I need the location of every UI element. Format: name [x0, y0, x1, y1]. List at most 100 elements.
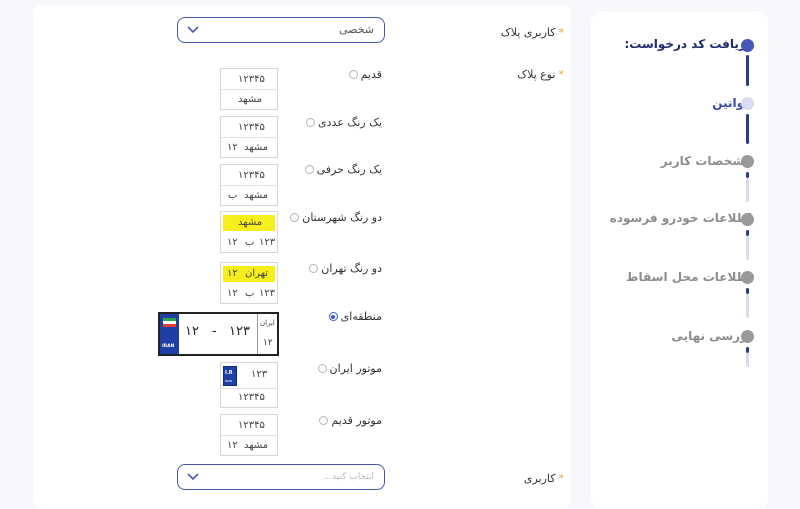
iran-flag-icon — [163, 318, 176, 327]
plate-city-code: ۱۲ — [227, 268, 238, 279]
plate-number: ۱۲۳ — [259, 288, 276, 299]
plate-badge-text: I.R — [225, 370, 233, 376]
step-final-review[interactable]: بررسی نهایی — [671, 329, 752, 343]
plate-option-tehran-two-color[interactable]: دو رنگ تهران — [309, 262, 382, 275]
plate-option-moto-iran[interactable]: موتور ایران — [317, 362, 382, 375]
plate-badge-text: IRAN — [162, 344, 175, 349]
plate-number2: ۱۲ — [185, 324, 199, 339]
plate-number-bottom: ۱۲۳۴۵ — [238, 392, 265, 403]
plate-sample-moto-iran: I.R IRAN ۱۲۳ ۱۲۳۴۵ — [220, 362, 278, 408]
plate-divider — [221, 89, 277, 90]
radio-icon[interactable] — [319, 416, 329, 425]
plate-option-label: موتور قدیم — [331, 414, 382, 427]
plate-divider — [257, 314, 258, 354]
plate-usage-select[interactable]: شخصی — [177, 17, 385, 43]
plate-option-city-two-color[interactable]: دو رنگ شهرستان — [290, 211, 382, 224]
plate-number: ۱۲۳۴۵ — [238, 170, 265, 181]
plate-sample-letter: ۱۲۳۴۵ مشهد ب — [220, 164, 278, 206]
plate-option-label: منطقه‌ای — [340, 310, 382, 323]
radio-icon[interactable] — [348, 70, 358, 79]
plate-usage-value: شخصی — [338, 23, 374, 36]
radio-icon[interactable] — [317, 364, 327, 373]
plate-letter: ب — [245, 288, 255, 299]
plate-number: ۱۲۳۴۵ — [238, 420, 265, 431]
plate-city: مشهد — [238, 217, 263, 228]
step-dot-vehicle-info — [741, 213, 754, 226]
plate-option-label: موتور ایران — [329, 362, 382, 375]
step-dot-request-code — [741, 39, 754, 52]
plate-city: مشهد — [244, 440, 269, 451]
radio-icon[interactable] — [306, 118, 316, 127]
plate-divider — [221, 435, 277, 436]
plate-sample-numeric: ۱۲۳۴۵ مشهد ۱۲ — [220, 116, 278, 158]
plate-number-top: ۱۲۳ — [251, 369, 268, 380]
radio-icon[interactable] — [304, 165, 314, 174]
plate-option-moto-old[interactable]: موتور قدیم — [319, 414, 382, 427]
usage-select[interactable]: انتخاب کنید... — [177, 464, 385, 490]
plate-option-label: دو رنگ تهران — [321, 262, 382, 275]
plate-type-label-text: نوع پلاک — [517, 68, 556, 81]
plate-sample-tehran-two-color: تهران ۱۲ ۱۲۳ ب ۱۲ — [220, 262, 278, 304]
plate-letter: ب — [228, 190, 238, 201]
plate-option-regional[interactable]: منطقه‌ای — [328, 310, 382, 323]
plate-code: ۱۲ — [263, 338, 273, 348]
plate-country-label: ایران — [260, 319, 275, 327]
step-request-code[interactable]: دریافت کد درخواست: — [624, 37, 752, 51]
plate-city: مشهد — [244, 190, 269, 201]
step-connector — [746, 55, 749, 86]
required-mark: * — [558, 26, 565, 39]
step-dot-user-info — [741, 155, 754, 168]
usage-label-text: کاربری — [523, 472, 556, 485]
plate-option-numeric[interactable]: یک رنگ عددی — [306, 116, 382, 129]
plate-divider — [221, 388, 277, 389]
plate-option-label: دو رنگ شهرستان — [302, 211, 382, 224]
plate-sample-old: ۱۲۳۴۵ مشهد — [220, 68, 278, 110]
radio-icon[interactable] — [290, 213, 300, 222]
plate-usage-label-text: کاربری پلاک — [500, 26, 556, 39]
plate-number: ۱۲۳۴۵ — [238, 74, 265, 85]
stepper-panel — [591, 12, 768, 509]
step-scrap-location[interactable]: اطلاعات محل اسقاط — [626, 270, 752, 284]
plate-code: ۱۲ — [227, 237, 238, 248]
plate-code: ۱۲ — [227, 440, 238, 451]
usage-placeholder: انتخاب کنید... — [323, 472, 374, 482]
plate-dash: - — [212, 324, 217, 339]
plate-option-label: یک رنگ عددی — [318, 116, 382, 129]
plate-option-letter[interactable]: یک رنگ حرفی — [304, 163, 382, 176]
plate-option-old[interactable]: قدیم — [348, 68, 382, 81]
plate-city: مشهد — [244, 142, 269, 153]
plate-code: ۱۲ — [227, 288, 238, 299]
plate-city: تهران — [245, 268, 269, 279]
step-connector — [746, 294, 749, 318]
radio-checked-icon[interactable] — [328, 312, 338, 321]
radio-icon[interactable] — [309, 264, 319, 273]
step-connector — [746, 353, 749, 367]
plate-badge: I.R IRAN — [223, 366, 237, 386]
step-dot-final-review — [741, 330, 754, 343]
step-dot-scrap-location — [741, 271, 754, 284]
required-mark: * — [558, 472, 565, 485]
chevron-down-icon — [187, 26, 199, 34]
required-mark: * — [558, 68, 565, 81]
plate-divider — [221, 137, 277, 138]
step-connector — [746, 178, 749, 202]
plate-code: ۱۲ — [227, 142, 238, 153]
usage-label: *کاربری — [524, 472, 564, 485]
plate-sample-moto-old: ۱۲۳۴۵ مشهد ۱۲ — [220, 414, 278, 456]
plate-option-label: یک رنگ حرفی — [316, 163, 382, 176]
form-card — [33, 5, 571, 509]
plate-divider — [221, 185, 277, 186]
step-dot-rules — [741, 97, 754, 110]
plate-number: ۱۲۳۴۵ — [238, 122, 265, 133]
plate-sample-city-two-color: مشهد ۱۲۳ ب ۱۲ — [220, 211, 278, 253]
step-connector — [746, 114, 749, 144]
step-connector — [746, 236, 749, 260]
step-user-info[interactable]: مشخصات کاربر — [661, 154, 752, 168]
plate-number: ۱۲۳ — [259, 237, 276, 248]
plate-badge-subtext: IRAN — [225, 379, 233, 383]
plate-option-label: قدیم — [360, 68, 382, 81]
chevron-down-icon — [187, 473, 199, 481]
plate-city: مشهد — [238, 94, 263, 105]
step-vehicle-info[interactable]: اطلاعات خودرو فرسوده — [610, 211, 752, 225]
plate-number: ۱۲۳ — [229, 324, 250, 339]
